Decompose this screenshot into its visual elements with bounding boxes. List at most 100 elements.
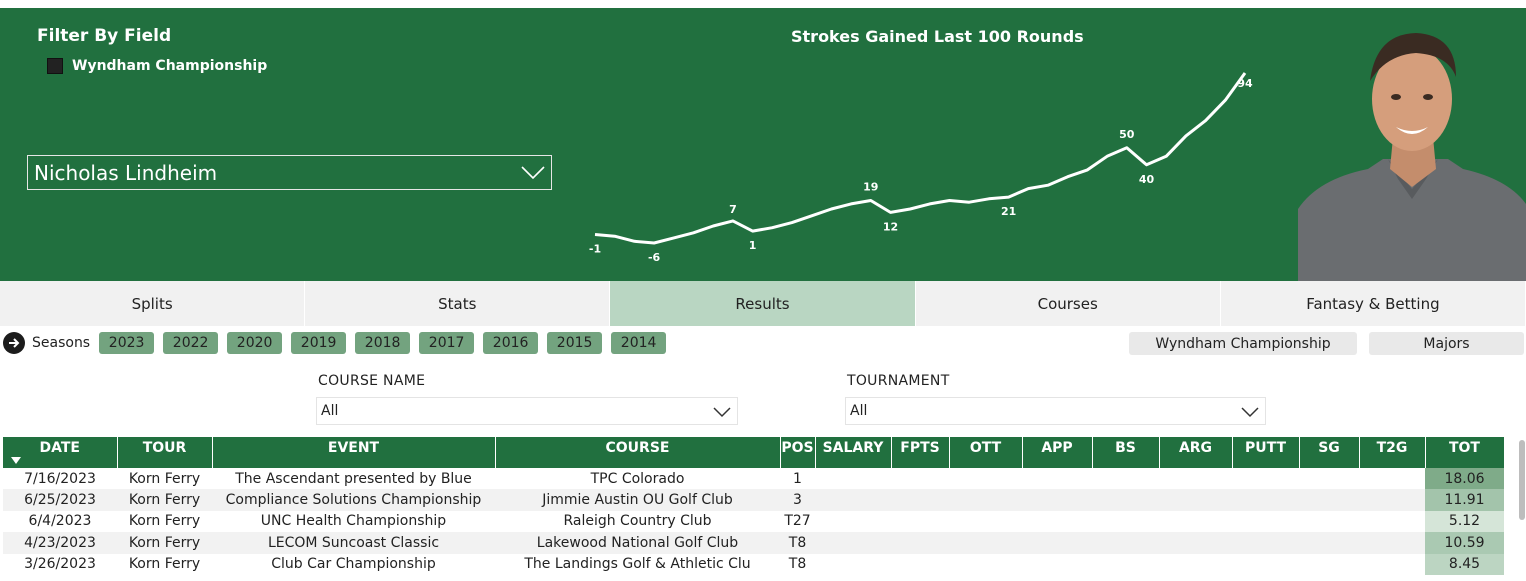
cell-event: UNC Health Championship — [260, 513, 447, 530]
cell-date: 6/4/2023 — [28, 513, 92, 530]
table-row[interactable]: 6/4/2023 Korn Ferry UNC Health Championshi… — [3, 510, 1504, 533]
season-2017-button[interactable]: 2017 — [419, 332, 475, 354]
cell-arg — [1159, 554, 1232, 575]
cell-bs — [1092, 532, 1159, 554]
tab-results[interactable]: Results — [610, 281, 916, 326]
tab-fantasy-betting[interactable]: Fantasy & Betting — [1221, 281, 1526, 326]
season-2019-button[interactable]: 2019 — [291, 332, 347, 354]
cell-tour: Korn Ferry — [117, 489, 212, 511]
cell-putt — [1232, 511, 1299, 532]
cell-bs — [1092, 468, 1159, 489]
sg-data-label: 19 — [863, 181, 878, 194]
cell-ott — [949, 511, 1022, 532]
column-header-fpts[interactable]: FPTS — [891, 437, 950, 468]
course-name-label: COURSE NAME — [318, 373, 426, 389]
player-photo — [1298, 33, 1526, 281]
cell-date: 7/16/2023 — [24, 470, 96, 487]
tab-bar: Splits Stats Results Courses Fantasy & B… — [0, 281, 1526, 326]
cell-putt — [1232, 554, 1299, 575]
tournament-dropdown[interactable]: All — [845, 397, 1266, 425]
cell-tour: Korn Ferry — [117, 532, 212, 554]
arrow-right-icon[interactable] — [3, 332, 25, 354]
cell-tot: 8.45 — [1425, 553, 1504, 575]
cell-t2g — [1359, 489, 1425, 511]
course-name-dropdown[interactable]: All — [316, 397, 738, 425]
sg-data-label: 94 — [1237, 77, 1253, 90]
checkbox-icon[interactable] — [47, 58, 63, 74]
column-header-tot[interactable]: TOT — [1425, 437, 1505, 468]
cell-course: Lakewood National Golf Club — [495, 532, 780, 554]
cell-salary — [815, 468, 891, 489]
sg-data-label: 7 — [729, 203, 737, 216]
season-2016-button[interactable]: 2016 — [483, 332, 539, 354]
season-2015-button[interactable]: 2015 — [547, 332, 603, 354]
cell-t2g — [1359, 554, 1425, 575]
wyndham-filter-button[interactable]: Wyndham Championship — [1129, 332, 1357, 355]
cell-fpts — [891, 511, 949, 532]
cell-pos: T27 — [784, 513, 811, 530]
cell-arg — [1159, 489, 1232, 511]
column-header-ott[interactable]: OTT — [949, 437, 1023, 468]
season-2018-button[interactable]: 2018 — [355, 332, 411, 354]
cell-pos: T8 — [780, 532, 815, 554]
cell-bs — [1092, 511, 1159, 532]
column-header-pos[interactable]: POS — [780, 437, 816, 468]
column-header-tour[interactable]: TOUR — [117, 437, 213, 468]
table-row[interactable]: 6/25/2023 Korn Ferry Compliance Solutions … — [3, 489, 1504, 511]
column-header-app[interactable]: APP — [1022, 437, 1093, 468]
table-row[interactable]: 4/23/2023 Korn Ferry LECOM Suncoast Classi… — [3, 532, 1504, 554]
column-header-bs[interactable]: BS — [1092, 437, 1160, 468]
tab-stats[interactable]: Stats — [305, 281, 611, 326]
season-2022-button[interactable]: 2022 — [163, 332, 219, 354]
cell-event: Compliance Solutions Championship — [212, 489, 495, 511]
table-scrollbar[interactable] — [1519, 440, 1525, 520]
results-table: DATE TOUR EVENT COURSE POS SALARY FPTS O… — [3, 437, 1505, 575]
majors-filter-button[interactable]: Majors — [1369, 332, 1524, 355]
tab-splits[interactable]: Splits — [0, 281, 306, 326]
column-header-arg[interactable]: ARG — [1159, 437, 1233, 468]
column-header-salary[interactable]: SALARY — [815, 437, 892, 468]
player-dropdown[interactable]: Nicholas Lindheim — [27, 155, 552, 190]
cell-t2g — [1359, 532, 1425, 554]
cell-tour: Korn Ferry — [128, 513, 201, 530]
season-2014-button[interactable]: 2014 — [611, 332, 667, 354]
season-selector: Seasons 2023 2022 2020 2019 2018 2017 20… — [3, 332, 675, 354]
cell-event: LECOM Suncoast Classic — [212, 532, 495, 554]
table-header-row: DATE TOUR EVENT COURSE POS SALARY FPTS O… — [3, 437, 1505, 468]
cell-fpts — [891, 532, 949, 554]
column-header-course[interactable]: COURSE — [495, 437, 781, 468]
table-row[interactable]: 7/16/2023 Korn Ferry The Ascendant present… — [3, 468, 1504, 490]
cell-app — [1022, 489, 1092, 511]
field-filter-label: Wyndham Championship — [72, 58, 268, 74]
table-row[interactable]: 3/26/2023 Korn Ferry Club Car Championship… — [3, 553, 1504, 575]
season-2020-button[interactable]: 2020 — [227, 332, 283, 354]
cell-app — [1022, 532, 1092, 554]
cell-pos: T8 — [788, 556, 807, 573]
cell-salary — [815, 489, 891, 511]
cell-pos: 3 — [780, 489, 815, 511]
field-filter-option[interactable]: Wyndham Championship — [47, 58, 267, 74]
chevron-down-icon — [713, 407, 731, 418]
cell-date: 4/23/2023 — [3, 532, 117, 554]
season-2023-button[interactable]: 2023 — [99, 332, 155, 354]
column-header-date[interactable]: DATE — [3, 437, 118, 468]
chart-title: Strokes Gained Last 100 Rounds — [791, 27, 1084, 46]
cell-fpts — [891, 489, 949, 511]
column-header-sg[interactable]: SG — [1299, 437, 1360, 468]
column-header-event[interactable]: EVENT — [212, 437, 496, 468]
tournament-label: TOURNAMENT — [847, 373, 950, 389]
column-header-putt[interactable]: PUTT — [1232, 437, 1300, 468]
sort-desc-icon[interactable] — [11, 457, 21, 465]
cell-fpts — [891, 468, 949, 489]
cell-ott — [949, 532, 1022, 554]
sg-data-label: 50 — [1119, 128, 1135, 141]
cell-bs — [1092, 554, 1159, 575]
cell-course: Raleigh Country Club — [563, 513, 712, 530]
cell-sg — [1299, 532, 1359, 554]
column-header-t2g[interactable]: T2G — [1359, 437, 1426, 468]
seasons-label: Seasons — [32, 335, 91, 351]
chevron-down-icon — [521, 166, 545, 180]
sg-data-label: 12 — [883, 220, 898, 233]
sg-data-label: -6 — [648, 251, 661, 264]
tab-courses[interactable]: Courses — [916, 281, 1221, 326]
